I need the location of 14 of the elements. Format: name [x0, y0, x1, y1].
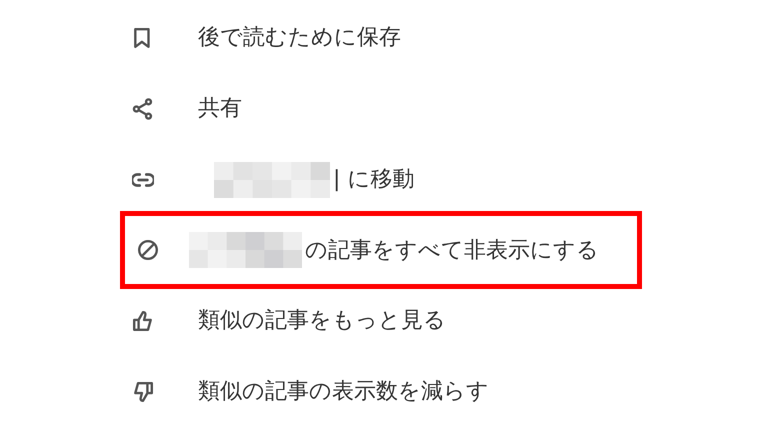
thumbs-down-icon — [132, 380, 154, 402]
menu-item[interactable]: 共有 — [125, 73, 637, 144]
menu-item-label: 類似の記事をもっと見る — [198, 307, 446, 335]
menu-item-label: | に移動 — [333, 166, 414, 194]
menu-item[interactable]: の記事をすべて非表示にする — [120, 211, 642, 289]
menu-item-label: の記事をすべて非表示にする — [305, 236, 599, 264]
menu-item[interactable]: 後で読むために保存 — [125, 2, 637, 73]
menu-item[interactable]: 類似の記事の表示数を減らす — [125, 356, 637, 427]
menu-item-label: 後で読むために保存 — [198, 24, 401, 52]
thumbs-up-icon — [132, 310, 154, 332]
menu-item-label: 類似の記事の表示数を減らす — [198, 378, 489, 406]
block-icon — [137, 239, 159, 261]
menu-item-label: 共有 — [198, 95, 242, 123]
share-icon — [132, 98, 154, 120]
